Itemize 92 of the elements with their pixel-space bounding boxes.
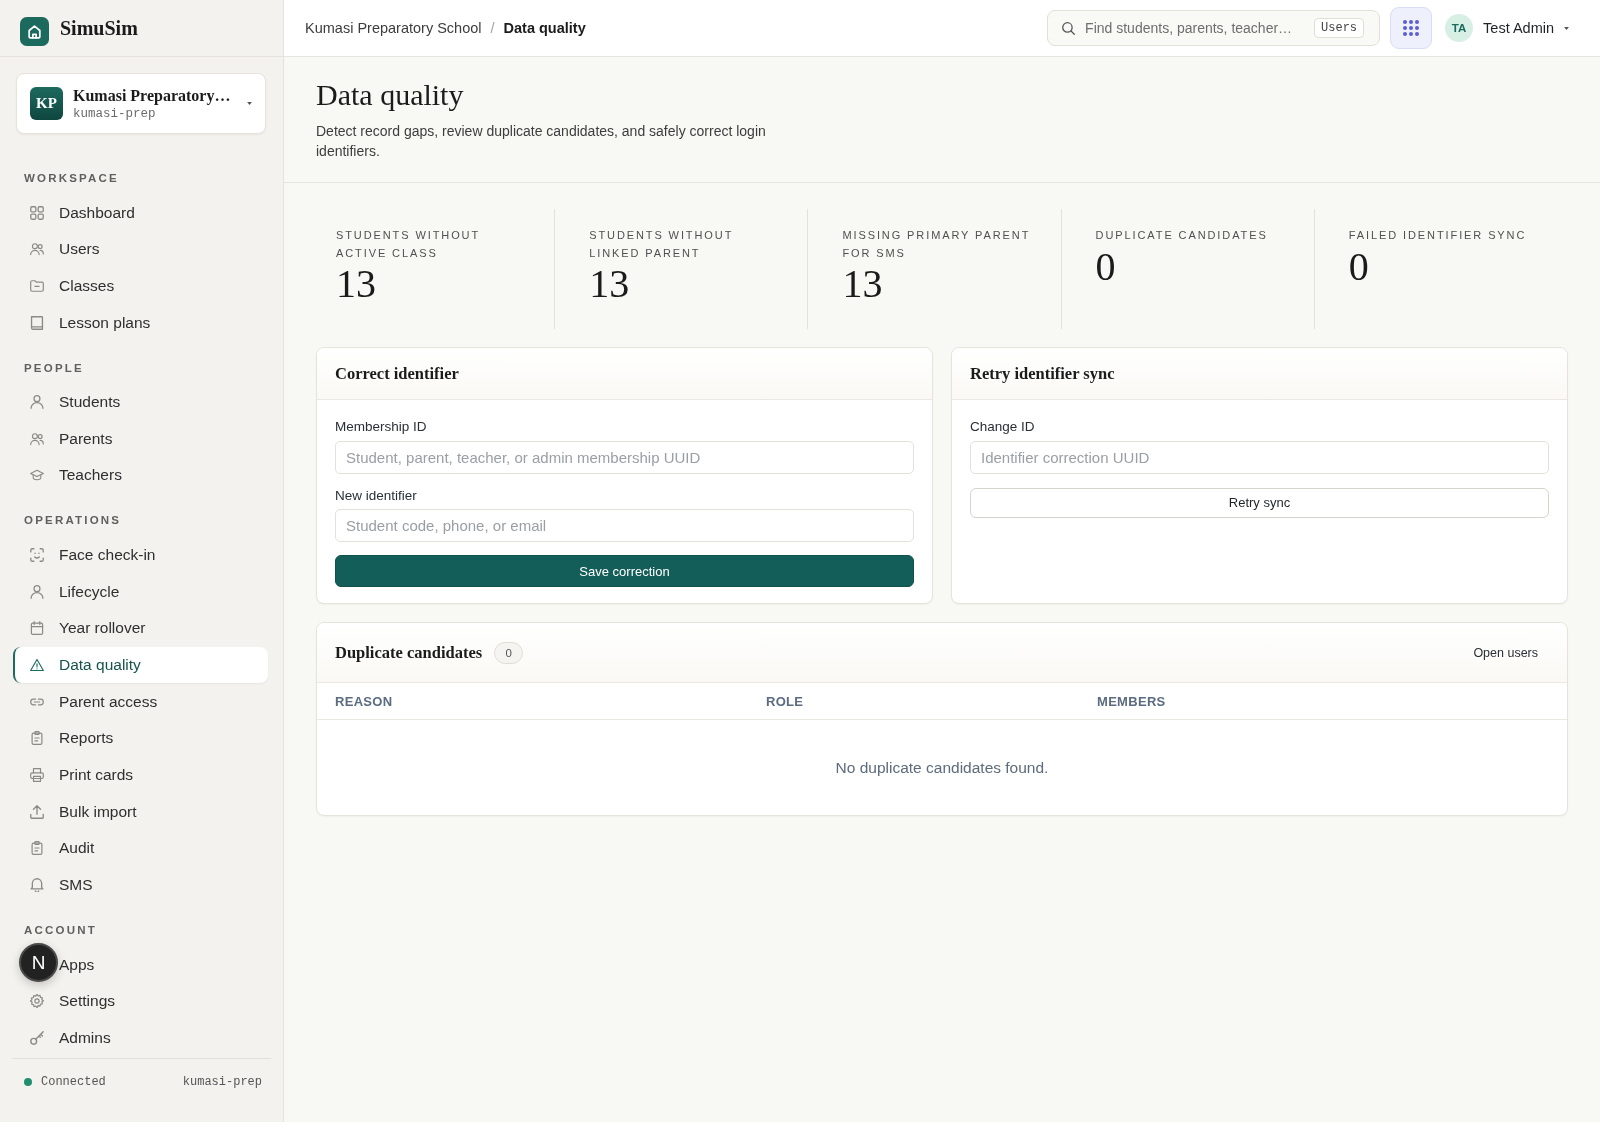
gear-icon — [30, 994, 44, 1009]
nav-item[interactable]: Apps — [59, 946, 105, 983]
stat-label: STUDENTS WITHOUT LINKED PARENT — [589, 228, 735, 261]
nav-item[interactable]: Users — [13, 230, 110, 268]
upload-icon — [30, 804, 44, 819]
field-label: Membership ID — [335, 418, 428, 436]
nav-item[interactable]: SMS — [13, 866, 103, 904]
search-input[interactable]: Find students, parents, teacher… — [1085, 20, 1305, 36]
breadcrumb-current: Data quality — [503, 20, 586, 36]
face-scan-icon — [30, 547, 44, 562]
nav-item[interactable]: Reports — [13, 720, 124, 757]
mortarboard-icon — [30, 468, 44, 483]
nav-item[interactable]: Print cards — [13, 756, 144, 794]
text-input[interactable]: Student code, phone, or email — [335, 509, 914, 542]
workspace-slug: kumasi-prep — [73, 105, 157, 122]
nav-item[interactable]: Classes — [13, 267, 125, 305]
person-icon — [30, 395, 44, 410]
people-icon — [30, 242, 44, 257]
column-header: ROLE — [766, 693, 805, 709]
workspace-switcher[interactable]: KP Kumasi Preparatory… kumasi-prep — [16, 73, 266, 134]
search-icon — [1062, 21, 1076, 35]
nav-item[interactable]: Lifecycle — [13, 573, 130, 610]
key-icon — [30, 1030, 44, 1045]
status-text: Connected — [41, 1074, 106, 1089]
stat-value: 13 — [842, 262, 884, 306]
stat-label: MISSING PRIMARY PARENT FOR SMS — [842, 228, 1032, 261]
house-logo-icon — [20, 16, 49, 46]
text-input[interactable]: Student, parent, teacher, or admin membership UUID — [335, 440, 914, 474]
page-description: Detect record gaps, review duplicate candidates, and safely correct login identifiers. — [316, 122, 767, 161]
dots-grid-icon — [1403, 20, 1420, 36]
page-title: Data quality — [316, 77, 465, 113]
warning-icon — [30, 657, 44, 672]
panel-title: Duplicate candidates — [335, 642, 483, 663]
search-field[interactable]: Find students, parents, teacher… Users — [1047, 10, 1381, 46]
bell-icon — [30, 878, 44, 893]
workspace-slug: kumasi-prep — [182, 1074, 262, 1089]
field-label: New identifier — [335, 486, 418, 505]
panel-title: Retry identifier sync — [970, 363, 1115, 384]
breadcrumb-separator: / — [490, 20, 495, 36]
column-header: REASON — [335, 693, 394, 709]
user-name[interactable]: Test Admin — [1483, 20, 1554, 36]
empty-state-text: No duplicate candidates found. — [835, 758, 1049, 777]
scope-badge: Users — [1314, 18, 1365, 38]
book-icon — [30, 315, 44, 330]
breadcrumb-link[interactable]: Kumasi Preparatory School — [305, 20, 482, 36]
section-heading: ACCOUNT — [23, 923, 98, 939]
stat-value: 13 — [336, 262, 377, 306]
nav-item[interactable]: Parent access — [13, 683, 168, 720]
nav-item[interactable]: Face check-in — [13, 536, 166, 574]
workspace-avatar: KP — [30, 87, 63, 120]
app-name: SimuSim — [60, 16, 138, 40]
calendar-icon — [30, 621, 44, 636]
grid-icon — [30, 205, 44, 220]
user-avatar[interactable]: TA — [1445, 14, 1474, 42]
caret-icon — [1564, 26, 1569, 30]
stat-label: FAILED IDENTIFIER SYNC — [1348, 228, 1528, 243]
open-users-link[interactable]: Open users — [1473, 645, 1538, 660]
nav-item[interactable]: Year rollover — [13, 609, 156, 647]
workspace-name: Kumasi Preparatory… — [73, 85, 232, 105]
nav-item[interactable]: Admins — [13, 1019, 121, 1057]
person-icon — [30, 584, 44, 599]
stat-value: 13 — [589, 262, 631, 306]
field-label: Change ID — [970, 418, 1036, 436]
printer-icon — [30, 768, 44, 783]
section-heading: PEOPLE — [23, 360, 85, 376]
submit-button[interactable]: Save correction — [335, 555, 914, 587]
nav-item[interactable]: Settings — [13, 982, 125, 1020]
stat-value: 0 — [1095, 244, 1117, 289]
apps-button[interactable] — [1390, 7, 1433, 49]
nav-item[interactable]: Students — [13, 383, 131, 421]
nav-item[interactable]: Lesson plans — [13, 304, 161, 341]
submit-button[interactable]: Retry sync — [970, 487, 1549, 518]
section-heading: WORKSPACE — [23, 171, 120, 186]
nav-item[interactable]: Dashboard — [13, 194, 145, 231]
section-heading: OPERATIONS — [23, 513, 123, 529]
folder-icon — [30, 278, 44, 293]
caret-icon — [247, 102, 252, 105]
clipboard-icon — [30, 731, 44, 746]
stat-label: STUDENTS WITHOUT ACTIVE CLASS — [336, 228, 481, 261]
nav-item[interactable]: Bulk import — [13, 793, 147, 831]
nav-item[interactable]: Teachers — [13, 457, 132, 494]
nav-item[interactable]: Parents — [13, 420, 123, 458]
text-input[interactable]: Identifier correction UUID — [970, 440, 1549, 474]
stat-value: 0 — [1348, 244, 1370, 289]
column-header: MEMBERS — [1097, 693, 1167, 709]
clipboard-icon — [30, 841, 44, 856]
panel-title: Correct identifier — [335, 363, 459, 384]
nav-item[interactable]: Data quality — [13, 646, 268, 684]
count-badge: 0 — [494, 641, 524, 664]
stat-label: DUPLICATE CANDIDATES — [1095, 228, 1269, 243]
nav-item[interactable]: Audit — [13, 830, 105, 867]
people-icon — [30, 431, 44, 446]
